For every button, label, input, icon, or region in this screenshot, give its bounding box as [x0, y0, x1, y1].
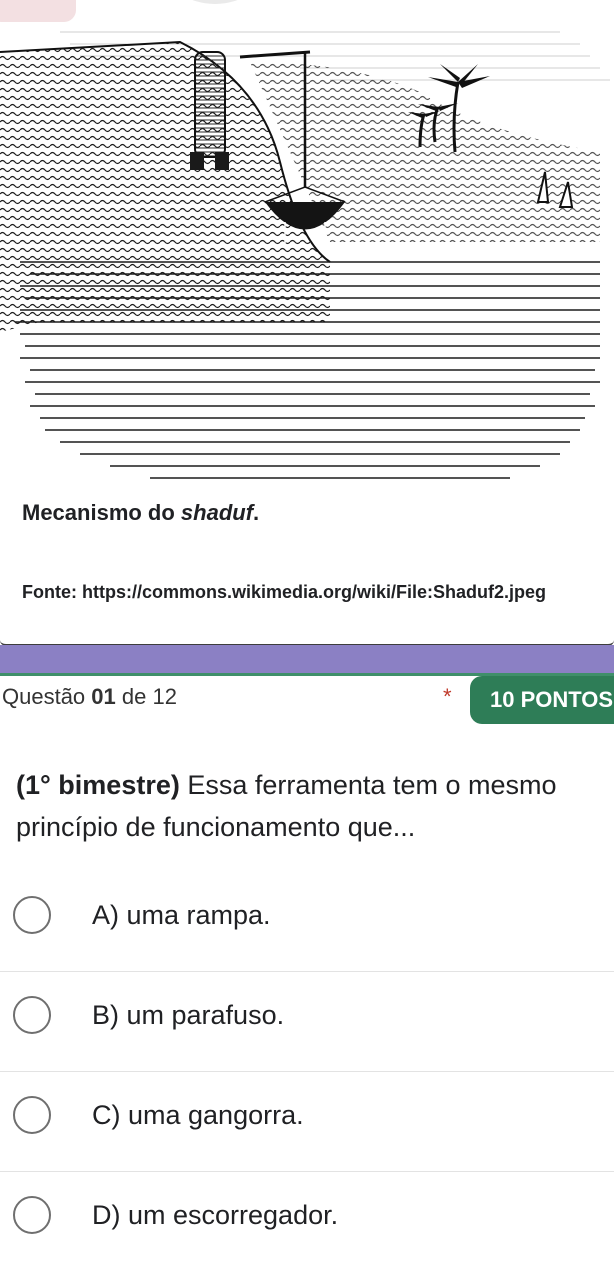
figure-source: Fonte: https://commons.wikimedia.org/wik…	[22, 582, 547, 602]
points-badge: 10 PONTOS	[470, 676, 614, 724]
question-number: 01	[91, 684, 116, 709]
option-a[interactable]: A) uma rampa.	[0, 872, 614, 972]
question-label-prefix: Questão	[2, 684, 92, 709]
section-divider-band	[0, 645, 614, 673]
question-label-of: de 12	[115, 684, 177, 709]
option-b[interactable]: B) um parafuso.	[0, 972, 614, 1072]
figure-caption: Mecanismo do shaduf.	[22, 500, 259, 526]
option-label: A) uma rampa.	[92, 900, 271, 930]
question-counter: Questão 01 de 12	[2, 684, 177, 710]
required-asterisk: *	[443, 684, 452, 709]
caption-prefix: Mecanismo do	[22, 500, 181, 525]
radio-circle-icon[interactable]	[13, 1096, 51, 1134]
option-label: B) um parafuso.	[92, 1000, 285, 1030]
radio-circle-icon[interactable]	[13, 896, 51, 934]
caption-suffix: .	[253, 500, 260, 525]
caption-italic: shaduf	[180, 500, 254, 525]
radio-circle-icon[interactable]	[13, 996, 51, 1034]
radio-circle-icon[interactable]	[13, 1196, 51, 1234]
option-label: D) um escorregador.	[92, 1200, 339, 1230]
shaduf-illustration	[0, 31, 610, 479]
question-text: (1° bimestre) Essa ferramenta tem o mesm…	[16, 764, 606, 848]
option-d[interactable]: D) um escorregador.	[0, 1172, 614, 1272]
option-c[interactable]: C) uma gangorra.	[0, 1072, 614, 1172]
top-avatar-fragment	[165, 0, 265, 4]
option-label: C) uma gangorra.	[92, 1100, 304, 1130]
question-text-bold: (1° bimestre)	[16, 770, 180, 800]
top-button-fragment[interactable]	[0, 0, 76, 22]
